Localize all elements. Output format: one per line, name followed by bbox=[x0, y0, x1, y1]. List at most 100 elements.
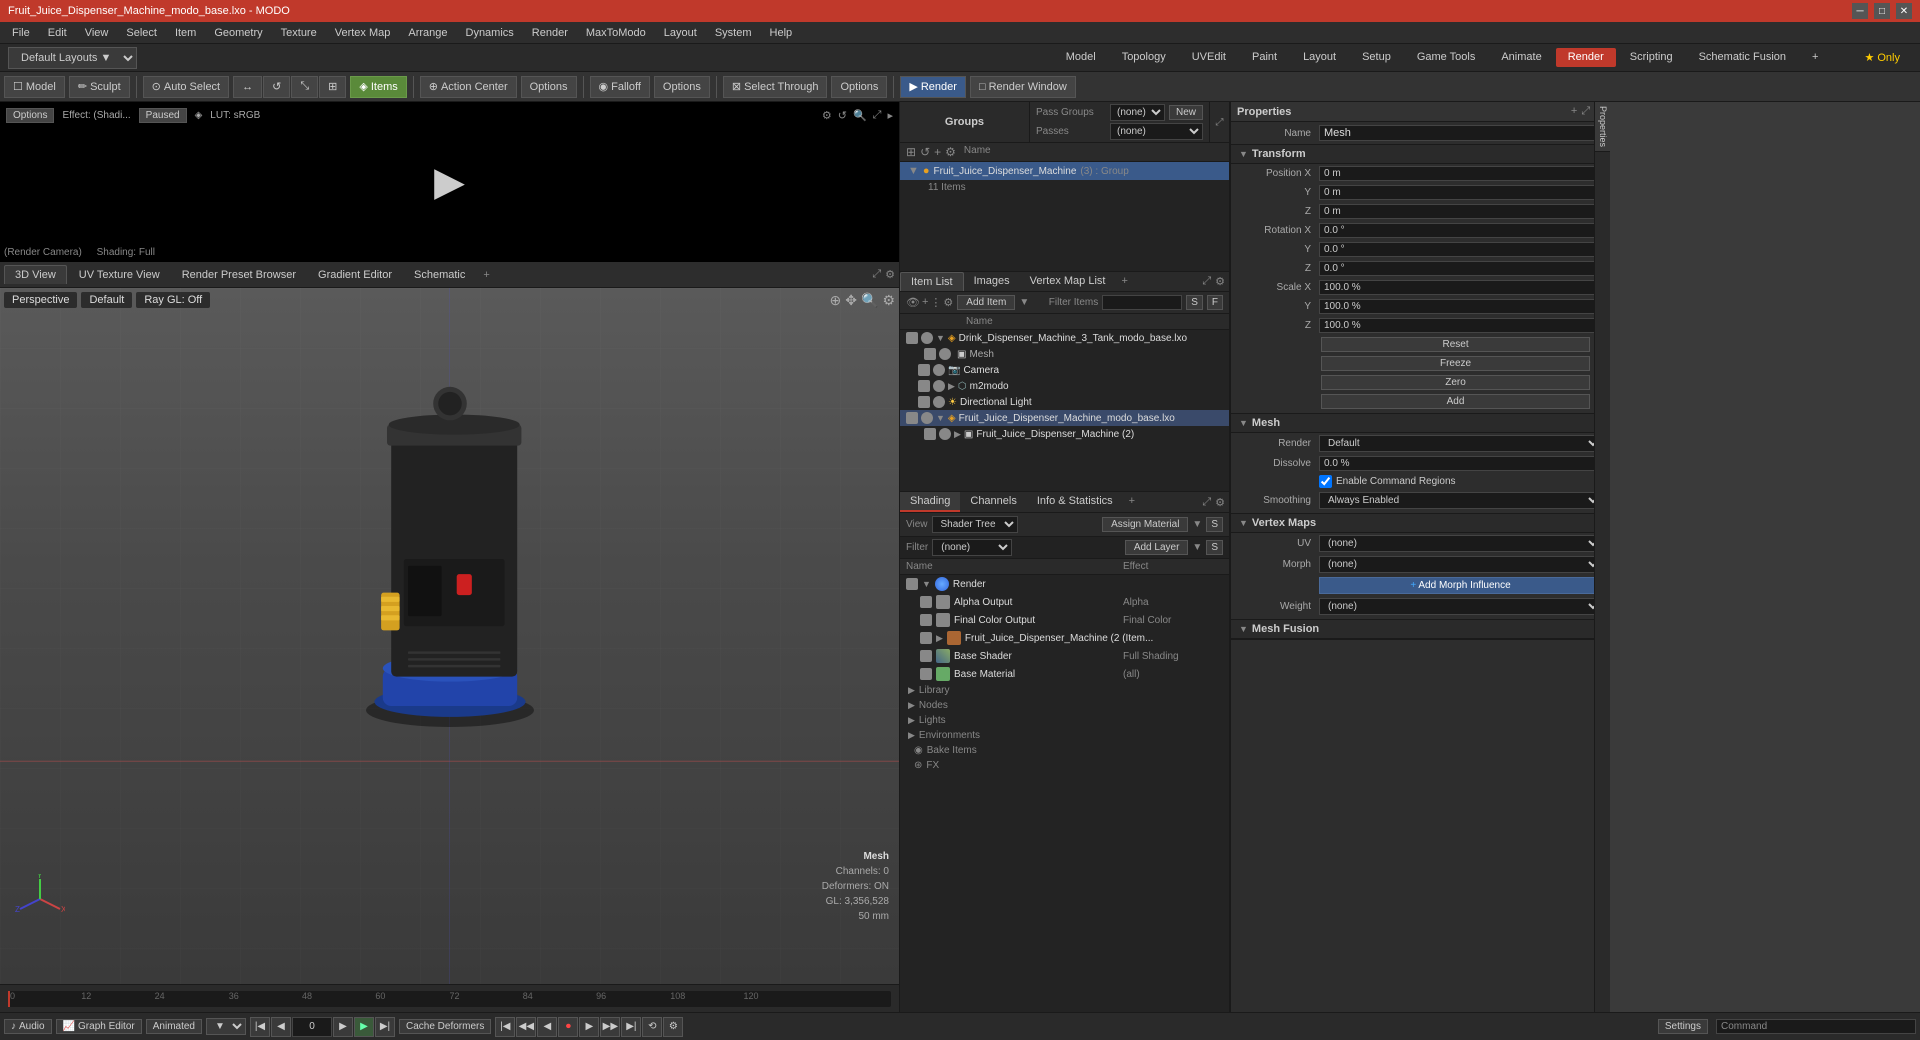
animated-select[interactable]: ▼ bbox=[206, 1018, 246, 1035]
filter-s-btn[interactable]: S bbox=[1186, 295, 1203, 310]
group-icon-2[interactable]: ↺ bbox=[920, 145, 930, 159]
weight-select[interactable]: (none) bbox=[1319, 598, 1602, 615]
view-tab-render-preset[interactable]: Render Preset Browser bbox=[172, 266, 306, 284]
dissolve-input[interactable] bbox=[1319, 456, 1602, 471]
tab-info-stats[interactable]: Info & Statistics bbox=[1027, 492, 1123, 512]
assign-material-dropdown[interactable]: ▼ bbox=[1192, 519, 1202, 530]
transport-btn-7[interactable]: ▶| bbox=[621, 1017, 641, 1037]
passes-select[interactable]: (none) bbox=[1110, 123, 1203, 140]
items-button[interactable]: ◈ Items bbox=[350, 76, 406, 98]
status-btn[interactable]: Paused bbox=[139, 108, 187, 123]
menu-select[interactable]: Select bbox=[118, 25, 165, 41]
add-item-icon[interactable]: + bbox=[922, 296, 928, 309]
pos-y-input[interactable] bbox=[1319, 185, 1602, 200]
vp-settings-icon[interactable]: ⚙ bbox=[882, 292, 895, 309]
shader-section-library[interactable]: ▶ Library bbox=[900, 683, 1229, 698]
shader-row-base-material[interactable]: Base Material (all) bbox=[900, 665, 1229, 683]
menu-help[interactable]: Help bbox=[762, 25, 801, 41]
cache-deformers-button[interactable]: Cache Deformers bbox=[399, 1019, 491, 1034]
pos-z-input[interactable] bbox=[1319, 204, 1602, 219]
graph-editor-button[interactable]: 📈 Graph Editor bbox=[56, 1019, 142, 1034]
new-group-button[interactable]: New bbox=[1169, 105, 1203, 120]
tab-uvedit[interactable]: UVEdit bbox=[1180, 48, 1238, 67]
tab-model[interactable]: Model bbox=[1054, 48, 1108, 67]
transport-btn-5[interactable]: ▶ bbox=[579, 1017, 599, 1037]
menu-maxtomodo[interactable]: MaxToModo bbox=[578, 25, 654, 41]
settings-icon[interactable]: ⚙ bbox=[822, 109, 832, 122]
scale-z-input[interactable] bbox=[1319, 318, 1602, 333]
view-tab-add[interactable]: + bbox=[477, 267, 495, 283]
timeline-scale[interactable]: 0 12 24 36 48 60 72 84 96 108 120 bbox=[8, 991, 891, 1007]
shader-section-environments[interactable]: ▶ Environments bbox=[900, 728, 1229, 743]
item-row-fruit2[interactable]: ▶ ▣ Fruit_Juice_Dispenser_Machine (2) bbox=[900, 426, 1229, 442]
render-button[interactable]: ▶ Render bbox=[900, 76, 966, 98]
menu-edit[interactable]: Edit bbox=[40, 25, 75, 41]
shader-row-render[interactable]: ▼ Render bbox=[900, 575, 1229, 593]
animated-button[interactable]: Animated bbox=[146, 1019, 202, 1034]
go-start-button[interactable]: |◀ bbox=[250, 1017, 270, 1037]
tab-setup[interactable]: Setup bbox=[1350, 48, 1403, 67]
items-expand-icon[interactable]: ⤢ bbox=[1202, 275, 1211, 288]
tab-topology[interactable]: Topology bbox=[1110, 48, 1178, 67]
menu-system[interactable]: System bbox=[707, 25, 760, 41]
shader-row-alpha[interactable]: Alpha Output Alpha bbox=[900, 593, 1229, 611]
shading-expand-icon[interactable]: ⤢ bbox=[1202, 496, 1211, 509]
pos-x-input[interactable] bbox=[1319, 166, 1602, 181]
sculpt-button[interactable]: ✏ Sculpt bbox=[69, 76, 130, 98]
tab-render[interactable]: Render bbox=[1556, 48, 1616, 67]
options-button-2[interactable]: Options bbox=[654, 76, 710, 98]
menu-vertex-map[interactable]: Vertex Map bbox=[327, 25, 399, 41]
tab-channels[interactable]: Channels bbox=[960, 492, 1026, 512]
go-end-button[interactable]: ▶| bbox=[375, 1017, 395, 1037]
transport-btn-3[interactable]: ◀ bbox=[537, 1017, 557, 1037]
add-layer-button[interactable]: Add Layer bbox=[1125, 540, 1189, 555]
items-settings-icon[interactable]: ⚙ bbox=[1215, 275, 1225, 288]
rotate-icon[interactable]: ↺ bbox=[263, 76, 290, 98]
mesh-fusion-header[interactable]: ▼ Mesh Fusion bbox=[1231, 620, 1610, 639]
name-input[interactable] bbox=[1319, 125, 1602, 141]
view-tab-gradient[interactable]: Gradient Editor bbox=[308, 266, 402, 284]
frame-input[interactable] bbox=[292, 1017, 332, 1037]
rot-z-input[interactable] bbox=[1319, 261, 1602, 276]
auto-select-button[interactable]: ⊙ Auto Select bbox=[143, 76, 229, 98]
star-only[interactable]: ★ Only bbox=[1852, 48, 1912, 67]
tab-schematic[interactable]: Schematic Fusion bbox=[1687, 48, 1798, 67]
add-morph-button[interactable]: + Add Morph Influence bbox=[1319, 577, 1602, 594]
vp-pan-icon[interactable]: ✥ bbox=[845, 292, 857, 309]
more-icon[interactable]: ▸ bbox=[887, 109, 893, 122]
action-center-button[interactable]: ⊕ Action Center bbox=[420, 76, 517, 98]
prev-frame-button[interactable]: ◀ bbox=[271, 1017, 291, 1037]
transform-header[interactable]: ▼ Transform bbox=[1231, 145, 1610, 164]
command-input[interactable] bbox=[1771, 1021, 1911, 1032]
rot-y-input[interactable] bbox=[1319, 242, 1602, 257]
tab-animate[interactable]: Animate bbox=[1489, 48, 1553, 67]
tab-paint[interactable]: Paint bbox=[1240, 48, 1289, 67]
items-dots-icon[interactable]: ⋮ bbox=[930, 296, 941, 309]
morph-select[interactable]: (none) bbox=[1319, 556, 1602, 573]
group-icon-3[interactable]: + bbox=[934, 145, 941, 159]
menu-geometry[interactable]: Geometry bbox=[206, 25, 270, 41]
add-transform-button[interactable]: Add bbox=[1321, 394, 1590, 409]
freeze-button[interactable]: Freeze bbox=[1321, 356, 1590, 371]
zoom-icon[interactable]: 🔍 bbox=[853, 109, 867, 122]
props-expand-icon[interactable]: ⤢ bbox=[1581, 105, 1590, 118]
group-icon-1[interactable]: ⊞ bbox=[906, 145, 916, 159]
select-through-button[interactable]: ⊠ Select Through bbox=[723, 76, 828, 98]
play-pause-button[interactable]: ▶ bbox=[354, 1017, 374, 1037]
menu-file[interactable]: File bbox=[4, 25, 38, 41]
item-row-fruit[interactable]: ▼ ◈ Fruit_Juice_Dispenser_Machine_modo_b… bbox=[900, 410, 1229, 426]
menu-texture[interactable]: Texture bbox=[273, 25, 325, 41]
add-layer-dropdown[interactable]: ▼ bbox=[1192, 542, 1202, 553]
options-button-3[interactable]: Options bbox=[831, 76, 887, 98]
shader-tree-select[interactable]: Shader Tree bbox=[932, 516, 1018, 533]
render-window-button[interactable]: □ Render Window bbox=[970, 76, 1076, 98]
transport-btn-1[interactable]: |◀ bbox=[495, 1017, 515, 1037]
group-icon-4[interactable]: ⚙ bbox=[945, 145, 956, 159]
vp-orbit-icon[interactable]: ⊕ bbox=[830, 292, 842, 309]
side-tab-properties[interactable]: Properties bbox=[1595, 102, 1610, 152]
tab-layout[interactable]: Layout bbox=[1291, 48, 1348, 67]
scale-y-input[interactable] bbox=[1319, 299, 1602, 314]
viewport-3d[interactable]: Perspective Default Ray GL: Off ⊕ ✥ 🔍 ⚙ … bbox=[0, 288, 899, 984]
shader-section-fx[interactable]: ⊛ FX bbox=[900, 758, 1229, 773]
shader-section-bake[interactable]: ◉ Bake Items bbox=[900, 743, 1229, 758]
